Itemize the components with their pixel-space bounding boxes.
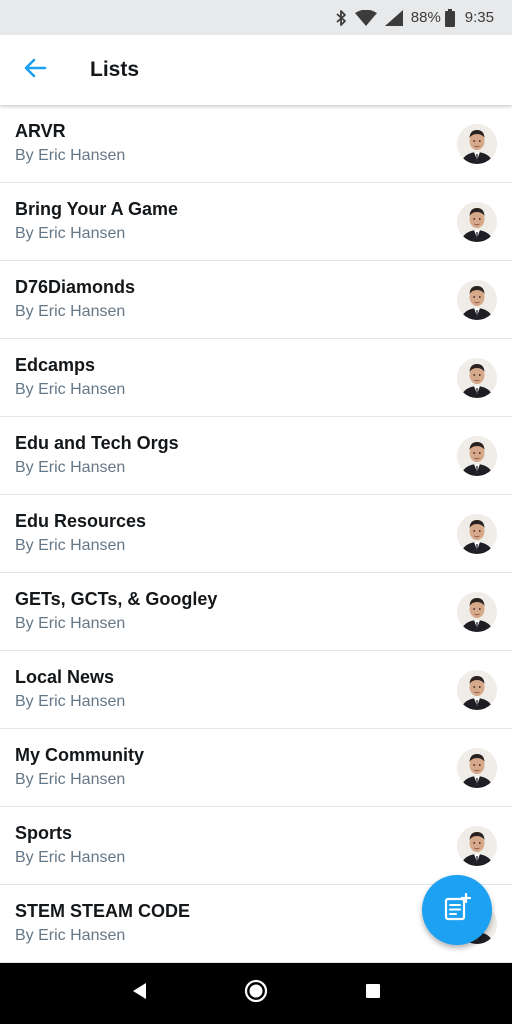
create-list-button[interactable] <box>422 875 492 945</box>
page-title: Lists <box>90 58 140 81</box>
list-item[interactable]: GETs, GCTs, & Googley By Eric Hansen <box>0 573 512 651</box>
status-bar: 88% 9:35 <box>0 0 512 35</box>
list-owner: By Eric Hansen <box>15 225 126 242</box>
avatar[interactable] <box>457 202 497 242</box>
battery-icon <box>444 8 455 27</box>
list-owner: By Eric Hansen <box>15 147 126 164</box>
avatar[interactable] <box>457 436 497 476</box>
bluetooth-icon <box>335 9 347 27</box>
list-title: Local News <box>15 667 115 687</box>
arrow-left-icon <box>23 58 47 83</box>
signal-icon <box>384 9 403 26</box>
nav-home-button[interactable] <box>226 969 286 1019</box>
list-title: Bring Your A Game <box>15 199 179 219</box>
list-owner: By Eric Hansen <box>15 927 126 944</box>
list-item[interactable]: Edcamps By Eric Hansen <box>0 339 512 417</box>
avatar[interactable] <box>457 358 497 398</box>
recents-square-icon <box>365 983 381 1004</box>
list-owner: By Eric Hansen <box>15 303 126 320</box>
list-item[interactable]: Bring Your A Game By Eric Hansen <box>0 183 512 261</box>
list-item[interactable]: D76Diamonds By Eric Hansen <box>0 261 512 339</box>
list-owner: By Eric Hansen <box>15 537 126 554</box>
list-owner: By Eric Hansen <box>15 849 126 866</box>
list-owner: By Eric Hansen <box>15 771 126 788</box>
list-title: Edu and Tech Orgs <box>15 433 179 453</box>
avatar[interactable] <box>457 670 497 710</box>
list-item[interactable]: Sports By Eric Hansen <box>0 807 512 885</box>
list-item[interactable]: ARVR By Eric Hansen <box>0 105 512 183</box>
clock-time: 9:35 <box>464 9 494 26</box>
screen: 88% 9:35 Lists ARVR By Eric Hansen Bring… <box>0 0 512 1024</box>
list-title: ARVR <box>15 121 66 141</box>
list-owner: By Eric Hansen <box>15 459 126 476</box>
list-title: Sports <box>15 823 73 843</box>
list-owner: By Eric Hansen <box>15 693 126 710</box>
list-item[interactable]: Edu and Tech Orgs By Eric Hansen <box>0 417 512 495</box>
battery-percent: 88% <box>410 9 441 26</box>
back-triangle-icon <box>131 982 147 1005</box>
back-button[interactable] <box>0 35 70 105</box>
new-list-icon <box>442 892 472 928</box>
avatar[interactable] <box>457 514 497 554</box>
nav-recents-button[interactable] <box>343 969 403 1019</box>
list-owner: By Eric Hansen <box>15 615 126 632</box>
app-bar: Lists <box>0 35 512 105</box>
list-title: D76Diamonds <box>15 277 136 297</box>
list-title: Edcamps <box>15 355 96 375</box>
list-title: STEM STEAM CODE <box>15 901 191 921</box>
avatar[interactable] <box>457 748 497 788</box>
lists-list: ARVR By Eric Hansen Bring Your A Game By… <box>0 105 512 963</box>
avatar[interactable] <box>457 124 497 164</box>
list-item[interactable]: Local News By Eric Hansen <box>0 651 512 729</box>
avatar[interactable] <box>457 592 497 632</box>
nav-back-button[interactable] <box>109 969 169 1019</box>
avatar[interactable] <box>457 280 497 320</box>
list-owner: By Eric Hansen <box>15 381 126 398</box>
avatar[interactable] <box>457 826 497 866</box>
list-title: Edu Resources <box>15 511 147 531</box>
list-item[interactable]: Edu Resources By Eric Hansen <box>0 495 512 573</box>
list-title: GETs, GCTs, & Googley <box>15 589 218 609</box>
list-title: My Community <box>15 745 145 765</box>
home-circle-icon <box>244 979 268 1008</box>
system-nav-bar <box>0 963 512 1024</box>
list-item[interactable]: My Community By Eric Hansen <box>0 729 512 807</box>
wifi-icon <box>354 9 377 26</box>
